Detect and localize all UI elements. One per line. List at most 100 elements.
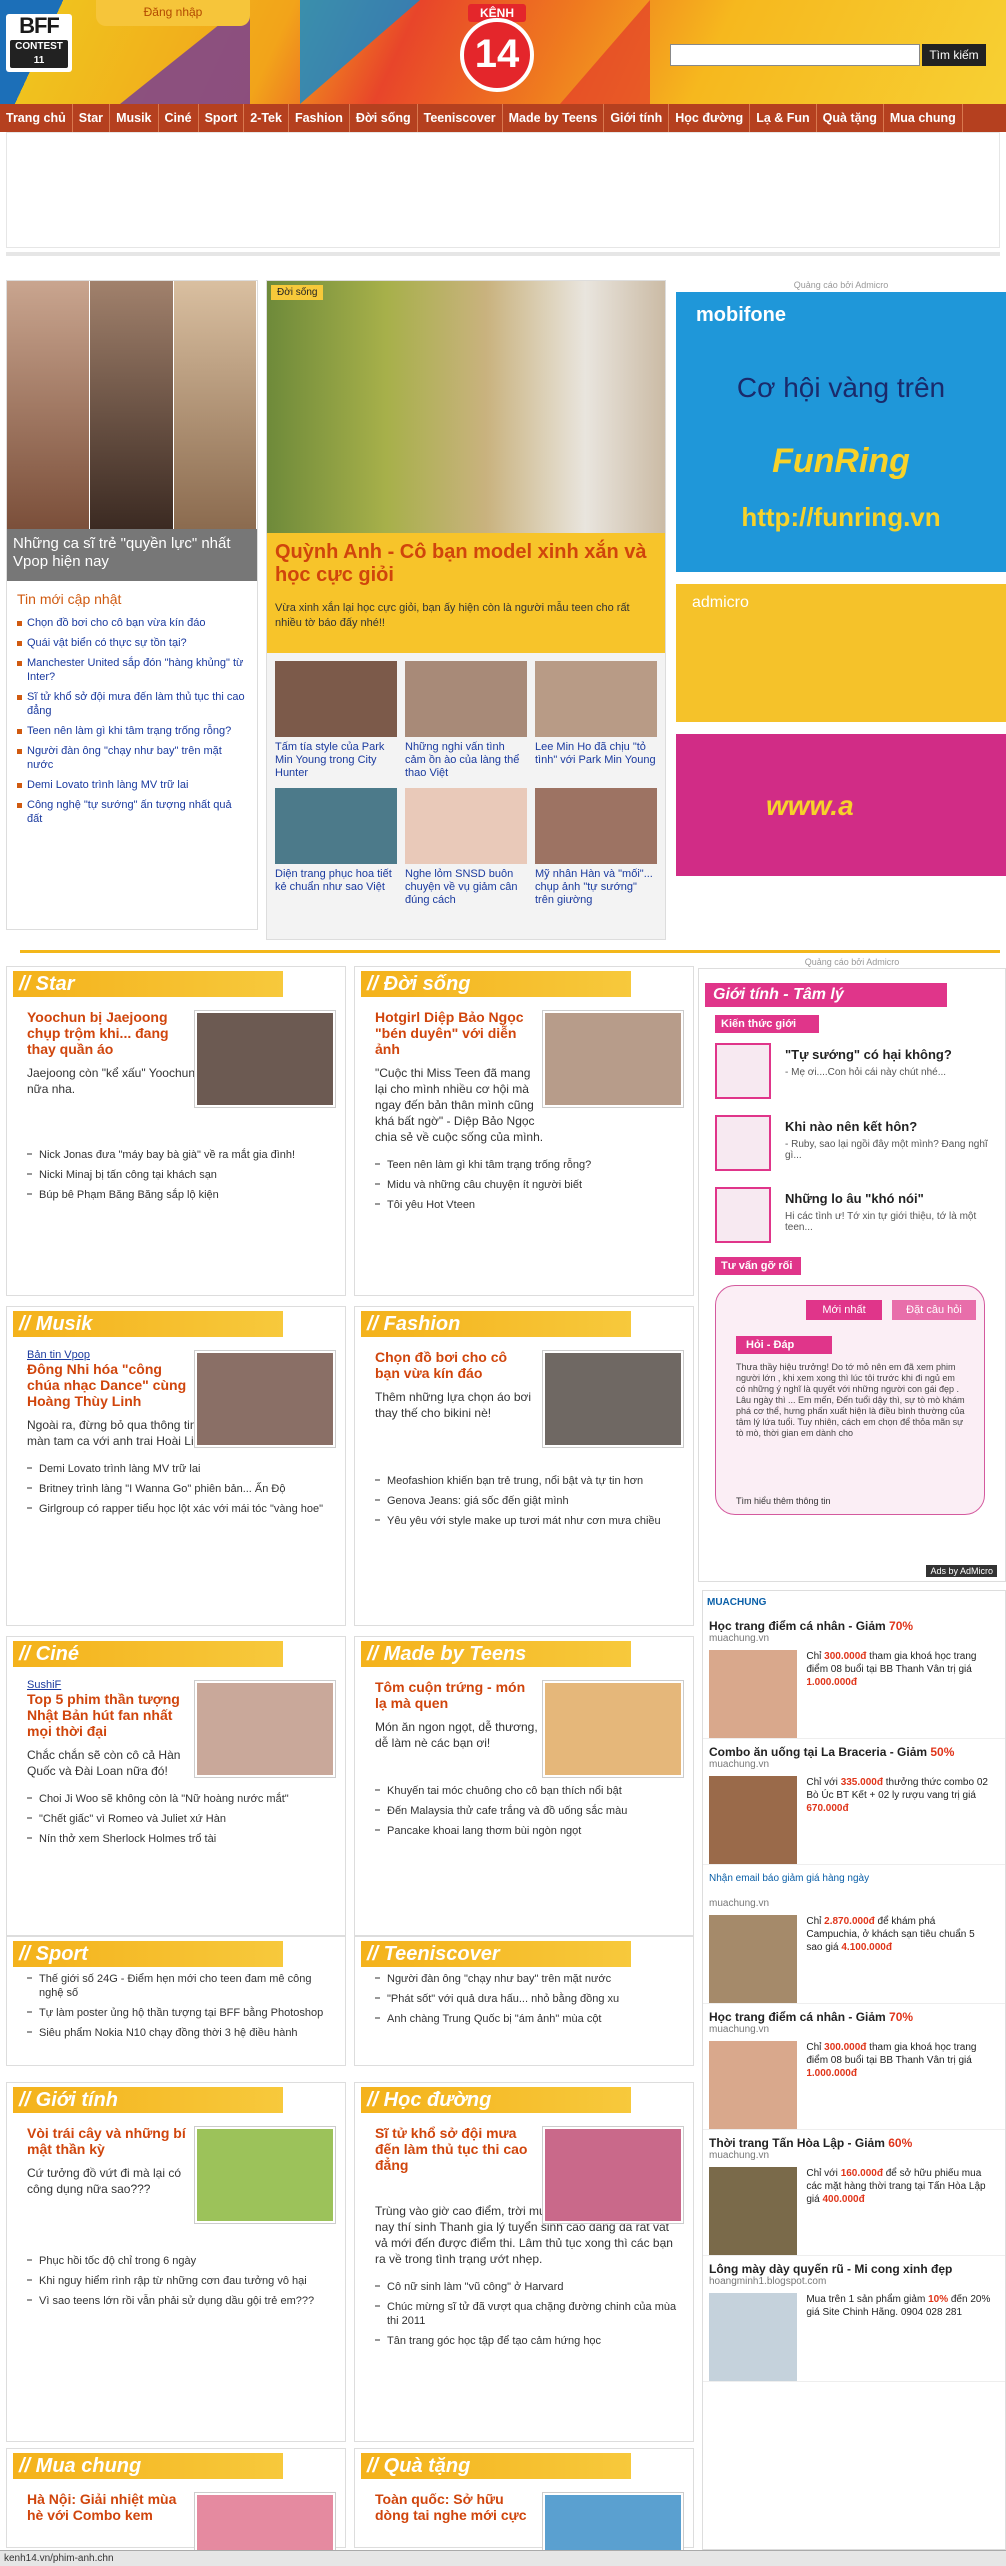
- section-title[interactable]: // Học đường: [361, 2087, 631, 2113]
- section-link[interactable]: Khuyến tai móc chuông cho cô bạn thích n…: [375, 1781, 681, 1801]
- update-link[interactable]: Demi Lovato trình làng MV trữ lai: [17, 775, 247, 795]
- section-headline[interactable]: Yoochun bị Jaejoong chụp trộm khi... đan…: [27, 1009, 187, 1057]
- section-headline[interactable]: Hà Nội: Giải nhiệt mùa hè với Combo kem: [27, 2491, 187, 2523]
- section-link[interactable]: Tự làm poster ủng hộ thần tượng tại BFF …: [27, 2003, 333, 2023]
- nav-item[interactable]: Made by Teens: [503, 104, 605, 132]
- section-link[interactable]: Anh chàng Trung Quốc bị "ám ảnh" mùa cột: [375, 2009, 681, 2029]
- section-link[interactable]: Phục hồi tốc độ chỉ trong 6 ngày: [27, 2251, 333, 2271]
- tab-newest[interactable]: Mới nhất: [806, 1300, 882, 1320]
- pink-ad[interactable]: www.a: [676, 734, 1006, 876]
- section-title[interactable]: // Musik: [13, 1311, 283, 1337]
- section-image[interactable]: [195, 1011, 335, 1107]
- section-link[interactable]: Tân trang góc học tập để tạo cảm hứng họ…: [375, 2331, 681, 2351]
- section-link[interactable]: "Chết giấc" vì Romeo và Juliet xứ Hàn: [27, 1809, 333, 1829]
- section-title[interactable]: // Made by Teens: [361, 1641, 631, 1667]
- feature-title[interactable]: Quỳnh Anh - Cô bạn model xinh xắn và học…: [275, 541, 657, 587]
- search-button[interactable]: Tìm kiếm: [922, 44, 986, 66]
- section-link[interactable]: Meofashion khiến bạn trẻ trung, nổi bật …: [375, 1471, 681, 1491]
- widget-title[interactable]: Giới tính - Tâm lý: [705, 983, 947, 1007]
- deal-item[interactable]: Học trang điểm cá nhân - Giảm 70% muachu…: [703, 2004, 1005, 2130]
- nav-item[interactable]: Đời sống: [350, 104, 418, 132]
- section-link[interactable]: Đến Malaysia thử cafe trắng và đồ uống s…: [375, 1801, 681, 1821]
- section-link[interactable]: Yêu yêu với style make up tươi mát như c…: [375, 1511, 681, 1531]
- update-link[interactable]: Teen nên làm gì khi tâm trạng trống rỗng…: [17, 721, 247, 741]
- section-link[interactable]: Cô nữ sinh làm "vũ công" ở Harvard: [375, 2277, 681, 2297]
- section-link[interactable]: Tôi yêu Hot Vteen: [375, 1195, 681, 1215]
- feature-item[interactable]: Những nghi vấn tình cảm ồn ào của làng t…: [405, 661, 527, 780]
- section-title[interactable]: // Sport: [13, 1941, 283, 1967]
- section-image[interactable]: [543, 2127, 683, 2223]
- update-link[interactable]: Sĩ tử khổ sở đội mưa đến làm thủ tục thi…: [17, 687, 247, 721]
- section-link[interactable]: Vì sao teens lớn rồi vẫn phải sử dụng dầ…: [27, 2291, 333, 2311]
- more-info-link[interactable]: Tìm hiểu thêm thông tin: [736, 1496, 831, 1506]
- section-link[interactable]: Demi Lovato trình làng MV trữ lai: [27, 1459, 333, 1479]
- section-image[interactable]: [543, 1011, 683, 1107]
- nav-item[interactable]: Fashion: [289, 104, 350, 132]
- section-link[interactable]: Thế giới số 24G - Điểm hẹn mới cho teen …: [27, 1969, 333, 2003]
- section-link[interactable]: Siêu phẩm Nokia N10 chạy đồng thời 3 hệ …: [27, 2023, 333, 2043]
- section-link[interactable]: Nín thở xem Sherlock Holmes trổ tài: [27, 1829, 333, 1849]
- section-link[interactable]: Búp bê Phạm Băng Băng sắp lộ kiện: [27, 1185, 333, 1205]
- muachung-logo[interactable]: MUACHUNG: [703, 1591, 1005, 1613]
- section-link[interactable]: Chúc mừng sĩ tử đã vượt qua chặng đường …: [375, 2297, 681, 2331]
- section-title[interactable]: // Teeniscover: [361, 1941, 631, 1967]
- newsletter-link[interactable]: Nhận email báo giảm giá hàng ngày: [703, 1865, 1005, 1892]
- section-title[interactable]: // Fashion: [361, 1311, 631, 1337]
- section-title[interactable]: // Quà tặng: [361, 2453, 631, 2479]
- qa-item[interactable]: "Tự sướng" có hại không? - Mẹ ơi....Con h…: [715, 1043, 1005, 1105]
- nav-item[interactable]: Học đường: [669, 104, 751, 132]
- deal-item[interactable]: Lông mày dày quyến rũ - Mi cong xinh đẹp…: [703, 2256, 1005, 2382]
- feature-item[interactable]: Lee Min Ho đã chịu "tỏ tình" với Park Mi…: [535, 661, 657, 780]
- section-link[interactable]: Nick Jonas đưa "máy bay bà già" về ra mắ…: [27, 1145, 333, 1165]
- section-image[interactable]: [195, 1351, 335, 1447]
- feature-item[interactable]: Nghe lỏm SNSD buôn chuyện về vụ giảm cân…: [405, 788, 527, 907]
- section-headline[interactable]: Sĩ tử khổ sở đội mưa đến làm thủ tục thi…: [375, 2125, 535, 2173]
- update-link[interactable]: Công nghệ "tự sướng" ấn tượng nhất quả đ…: [17, 795, 247, 829]
- admicro-ad[interactable]: admicro: [676, 584, 1006, 722]
- section-image[interactable]: [195, 2127, 335, 2223]
- section-link[interactable]: Pancake khoai lang thơm bùi ngòn ngọt: [375, 1821, 681, 1841]
- nav-item[interactable]: Musik: [110, 104, 159, 132]
- qa-item[interactable]: Khi nào nên kết hôn? - Ruby, sao lại ngồi…: [715, 1115, 1005, 1177]
- section-link[interactable]: Britney trình làng "I Wanna Go" phiên bả…: [27, 1479, 333, 1499]
- tu-van-label[interactable]: Tư vấn gỡ rối: [715, 1257, 801, 1275]
- section-image[interactable]: [543, 1351, 683, 1447]
- top-ad-banner[interactable]: [6, 132, 1000, 248]
- section-link[interactable]: Girlgroup có rapper tiểu học lột xác với…: [27, 1499, 333, 1519]
- feature-item[interactable]: Diện trang phục hoa tiết kẻ chuẩn như sa…: [275, 788, 397, 907]
- feature-item[interactable]: Mỹ nhân Hàn và "mối"... chụp ảnh "tự sướ…: [535, 788, 657, 907]
- search-input[interactable]: [670, 44, 920, 66]
- section-link[interactable]: Choi Ji Woo sẽ không còn là "Nữ hoàng nư…: [27, 1789, 333, 1809]
- deal-item[interactable]: muachung.vn Chỉ 2.870.000đ để khám phá C…: [703, 1892, 1005, 2004]
- update-link[interactable]: Chọn đồ bơi cho cô bạn vừa kín đáo: [17, 613, 247, 633]
- feature-photo[interactable]: Đời sống: [267, 281, 665, 533]
- section-headline[interactable]: Tôm cuộn trứng - món lạ mà quen: [375, 1679, 535, 1711]
- update-link[interactable]: Người đàn ông "chạy như bay" trên mặt nư…: [17, 741, 247, 775]
- qa-item[interactable]: Những lo âu "khó nói" Hi các tình ư! Tớ x…: [715, 1187, 1005, 1249]
- section-link[interactable]: Genova Jeans: giá sốc đến giật mình: [375, 1491, 681, 1511]
- update-link[interactable]: Quái vật biển có thực sự tồn tại?: [17, 633, 247, 653]
- section-image[interactable]: [195, 1681, 335, 1777]
- feature-item[interactable]: Tấm tía style của Park Min Young trong C…: [275, 661, 397, 780]
- section-link[interactable]: Khi nguy hiểm rình rập từ những cơn đau …: [27, 2271, 333, 2291]
- section-image[interactable]: [543, 1681, 683, 1777]
- section-link[interactable]: Người đàn ông "chạy như bay" trên mặt nư…: [375, 1969, 681, 1989]
- deal-item[interactable]: Học trang điểm cá nhân - Giảm 70% muachu…: [703, 1613, 1005, 1739]
- nav-item[interactable]: Teeniscover: [418, 104, 503, 132]
- section-title[interactable]: // Mua chung: [13, 2453, 283, 2479]
- nav-item[interactable]: Quà tặng: [817, 104, 884, 132]
- mobifone-ad[interactable]: mobifone Cơ hội vàng trên FunRing http:/…: [676, 292, 1006, 572]
- deal-item[interactable]: Thời trang Tấn Hòa Lập - Giảm 60% muachu…: [703, 2130, 1005, 2256]
- section-title[interactable]: // Giới tính: [13, 2087, 283, 2113]
- nav-item[interactable]: Mua chung: [884, 104, 963, 132]
- section-title[interactable]: // Star: [13, 971, 283, 997]
- section-title[interactable]: // Ciné: [13, 1641, 283, 1667]
- section-link[interactable]: Teen nên làm gì khi tâm trạng trống rỗng…: [375, 1155, 681, 1175]
- tab-ask[interactable]: Đặt câu hỏi: [892, 1300, 976, 1320]
- section-link[interactable]: "Phát sốt" với quả dưa hấu... nhỏ bằng đ…: [375, 1989, 681, 2009]
- nav-item[interactable]: Star: [73, 104, 111, 132]
- nav-item[interactable]: Giới tính: [604, 104, 670, 132]
- nav-item[interactable]: Lạ & Fun: [750, 104, 817, 132]
- nav-item[interactable]: Trang chủ: [0, 104, 73, 132]
- nav-item[interactable]: 2-Tek: [244, 104, 289, 132]
